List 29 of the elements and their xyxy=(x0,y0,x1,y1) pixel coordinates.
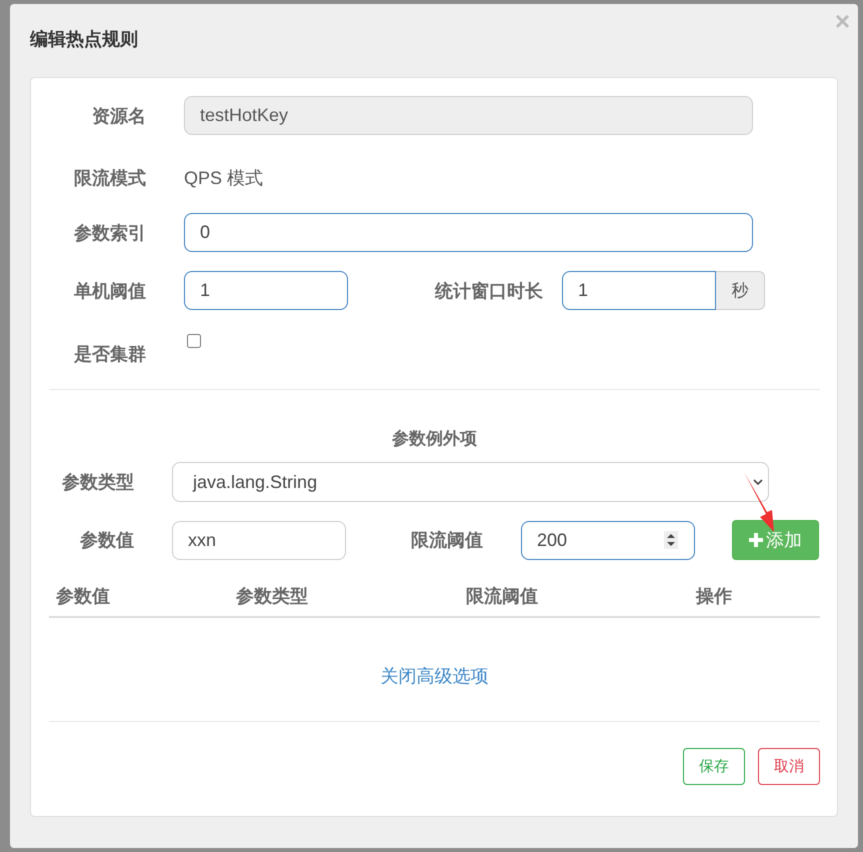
field-label: 单机阈值 xyxy=(73,280,146,302)
field-label: 参数值 xyxy=(79,529,134,552)
column-header: 参数值 xyxy=(56,585,111,608)
spinner-icon[interactable] xyxy=(664,531,678,549)
field-label: 参数类型 xyxy=(61,471,134,494)
chevron-icon xyxy=(753,478,763,486)
type-select[interactable]: java.lang.String xyxy=(172,462,769,502)
toggle-link[interactable]: 关闭高级选项 xyxy=(380,666,488,686)
number-field[interactable]: 200 xyxy=(521,520,695,560)
input-field[interactable]: 1 xyxy=(184,271,348,310)
input-field[interactable]: xxn xyxy=(172,520,346,560)
field-label: 限流阈值 xyxy=(411,529,483,552)
section-title: 参数例外项 xyxy=(391,428,478,447)
cancel-button[interactable]: 取消 xyxy=(758,748,820,785)
input-field[interactable]: 1 xyxy=(562,271,716,310)
unit-addon: 秒 xyxy=(716,271,765,310)
field-label: 限流模式 xyxy=(73,167,146,190)
column-header: 参数类型 xyxy=(236,585,309,608)
column-header: 操作 xyxy=(696,585,733,608)
input-field[interactable]: 0 xyxy=(184,213,753,252)
field-label: 是否集群 xyxy=(73,343,146,366)
field-value: QPS 模式 xyxy=(184,167,264,190)
dialog-title: 编辑热点规则 xyxy=(30,28,138,50)
column-header: 限流阈值 xyxy=(466,585,539,608)
plus-icon xyxy=(749,533,763,547)
field-label: 统计窗口时长 xyxy=(435,280,543,302)
field-label: 资源名 xyxy=(91,104,146,128)
field-label: 参数索引 xyxy=(73,222,146,244)
cluster-checkbox[interactable] xyxy=(187,334,201,348)
